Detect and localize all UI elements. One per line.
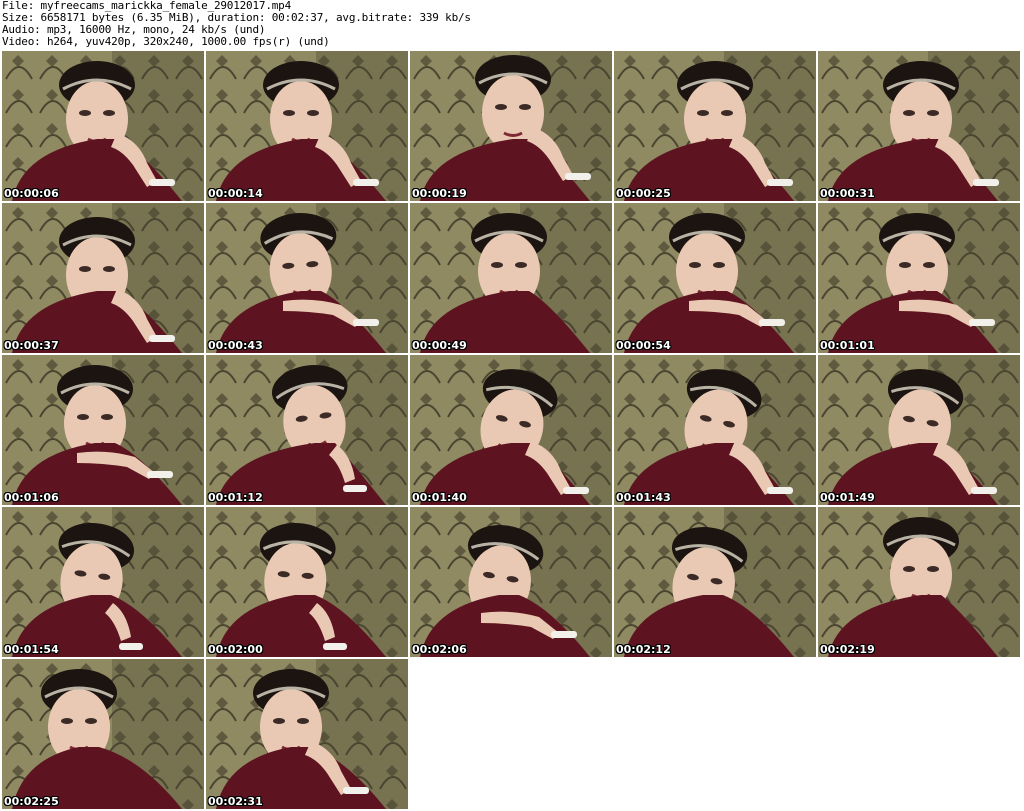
thumbnail-timestamp: 00:00:25 xyxy=(616,187,671,200)
thumbnail-timestamp: 00:00:37 xyxy=(4,339,59,352)
thumbnail-timestamp: 00:00:31 xyxy=(820,187,875,200)
portrait-image xyxy=(818,51,1020,201)
thumbnail-timestamp: 00:02:25 xyxy=(4,795,59,808)
video-thumbnail: 00:00:54 xyxy=(614,203,816,353)
video-thumbnail: 00:01:49 xyxy=(818,355,1020,505)
video-thumbnail: 00:02:12 xyxy=(614,507,816,657)
video-info-line: Video: h264, yuv420p, 320x240, 1000.00 f… xyxy=(2,35,330,48)
portrait-image xyxy=(614,203,816,353)
portrait-image xyxy=(614,507,816,657)
portrait-image xyxy=(206,203,408,353)
video-thumbnail: 00:02:19 xyxy=(818,507,1020,657)
video-thumbnail: 00:02:25 xyxy=(2,659,204,809)
thumbnail-timestamp: 00:02:19 xyxy=(820,643,875,656)
portrait-image xyxy=(818,355,1020,505)
video-thumbnail: 00:00:19 xyxy=(410,51,612,201)
thumbnail-timestamp: 00:00:14 xyxy=(208,187,263,200)
thumbnail-timestamp: 00:01:12 xyxy=(208,491,263,504)
portrait-image xyxy=(818,507,1020,657)
video-thumbnail: 00:02:06 xyxy=(410,507,612,657)
video-thumbnail: 00:00:31 xyxy=(818,51,1020,201)
thumbnail-timestamp: 00:02:31 xyxy=(208,795,263,808)
video-thumbnail: 00:01:40 xyxy=(410,355,612,505)
thumbnail-timestamp: 00:01:40 xyxy=(412,491,467,504)
thumbnail-timestamp: 00:00:49 xyxy=(412,339,467,352)
video-thumbnail: 00:01:54 xyxy=(2,507,204,657)
portrait-image xyxy=(2,51,204,201)
thumbnail-timestamp: 00:02:00 xyxy=(208,643,263,656)
thumbnail-timestamp: 00:00:19 xyxy=(412,187,467,200)
portrait-image xyxy=(2,203,204,353)
video-thumbnail: 00:01:01 xyxy=(818,203,1020,353)
video-thumbnail: 00:00:43 xyxy=(206,203,408,353)
portrait-image xyxy=(206,51,408,201)
portrait-image xyxy=(206,507,408,657)
thumbnail-timestamp: 00:00:06 xyxy=(4,187,59,200)
portrait-image xyxy=(206,659,408,809)
thumbnail-timestamp: 00:01:43 xyxy=(616,491,671,504)
video-thumbnail: 00:01:06 xyxy=(2,355,204,505)
video-thumbnail: 00:01:43 xyxy=(614,355,816,505)
file-info-header: File: myfreecams_marickka_female_2901201… xyxy=(2,0,1022,50)
portrait-image xyxy=(614,51,816,201)
portrait-image xyxy=(410,203,612,353)
video-thumbnail: 00:02:31 xyxy=(206,659,408,809)
portrait-image xyxy=(2,659,204,809)
thumbnail-timestamp: 00:01:06 xyxy=(4,491,59,504)
thumbnail-timestamp: 00:00:54 xyxy=(616,339,671,352)
portrait-image xyxy=(410,355,612,505)
thumbnail-timestamp: 00:01:01 xyxy=(820,339,875,352)
portrait-image xyxy=(818,203,1020,353)
portrait-image xyxy=(410,507,612,657)
thumbnail-timestamp: 00:02:12 xyxy=(616,643,671,656)
video-thumbnail: 00:00:49 xyxy=(410,203,612,353)
video-thumbnail: 00:00:37 xyxy=(2,203,204,353)
portrait-image xyxy=(2,507,204,657)
video-thumbnail: 00:00:06 xyxy=(2,51,204,201)
portrait-image xyxy=(410,51,612,201)
portrait-image xyxy=(206,355,408,505)
thumbnail-timestamp: 00:01:54 xyxy=(4,643,59,656)
thumbnail-grid: 00:00:06 00:00:14 00:00:19 00:00:25 00:0… xyxy=(0,50,1024,811)
portrait-image xyxy=(2,355,204,505)
thumbnail-timestamp: 00:00:43 xyxy=(208,339,263,352)
video-thumbnail: 00:02:00 xyxy=(206,507,408,657)
thumbnail-timestamp: 00:01:49 xyxy=(820,491,875,504)
video-thumbnail: 00:01:12 xyxy=(206,355,408,505)
thumbnail-timestamp: 00:02:06 xyxy=(412,643,467,656)
portrait-image xyxy=(614,355,816,505)
video-thumbnail: 00:00:25 xyxy=(614,51,816,201)
video-thumbnail: 00:00:14 xyxy=(206,51,408,201)
